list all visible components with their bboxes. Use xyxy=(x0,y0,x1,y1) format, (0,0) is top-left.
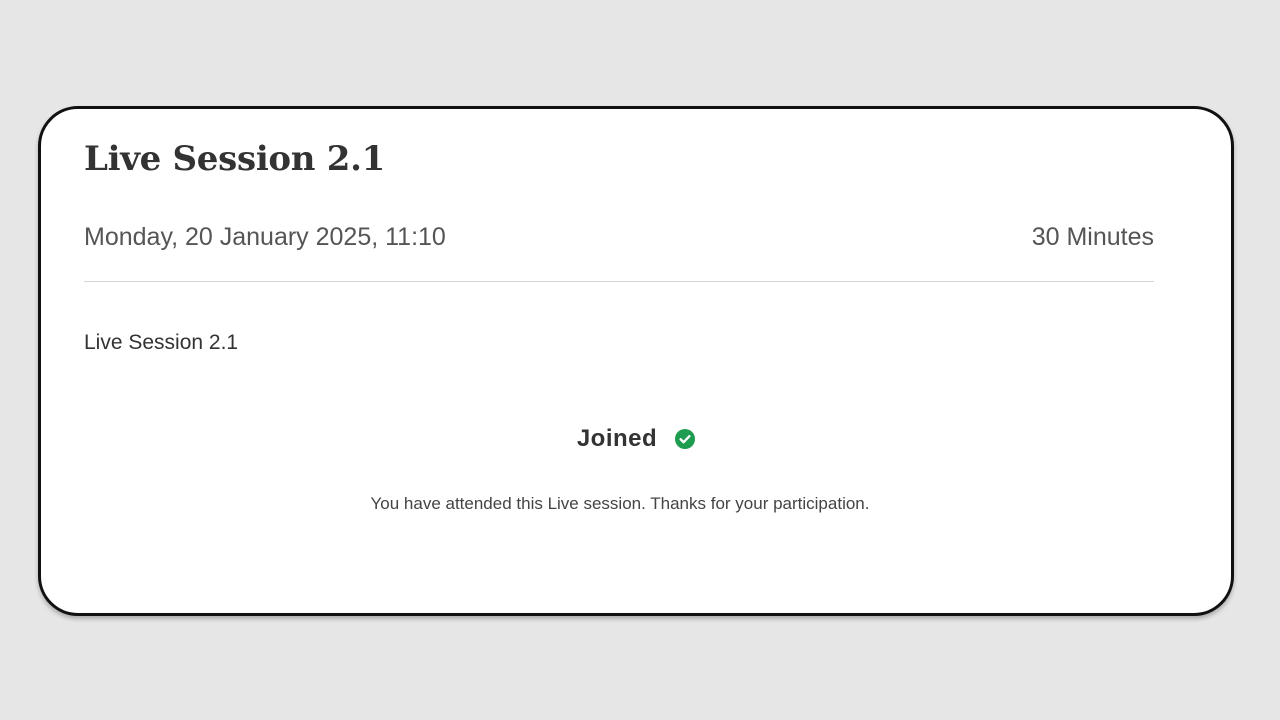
status-label: Joined xyxy=(576,425,658,452)
session-description: Live Session 2.1 xyxy=(84,331,239,354)
session-card: Live Session 2.1 Monday, 20 January 2025… xyxy=(38,106,1234,616)
divider xyxy=(84,281,1154,282)
check-circle-icon xyxy=(675,429,696,449)
session-title: Live Session 2.1 xyxy=(84,139,386,179)
session-meta-row: Monday, 20 January 2025, 11:10 30 Minute… xyxy=(84,221,1154,253)
session-datetime: Monday, 20 January 2025, 11:10 xyxy=(84,223,446,251)
status-row: Joined xyxy=(41,423,1231,455)
session-duration: 30 Minutes xyxy=(1031,223,1154,251)
status-message: You have attended this Live session. Tha… xyxy=(370,494,870,513)
